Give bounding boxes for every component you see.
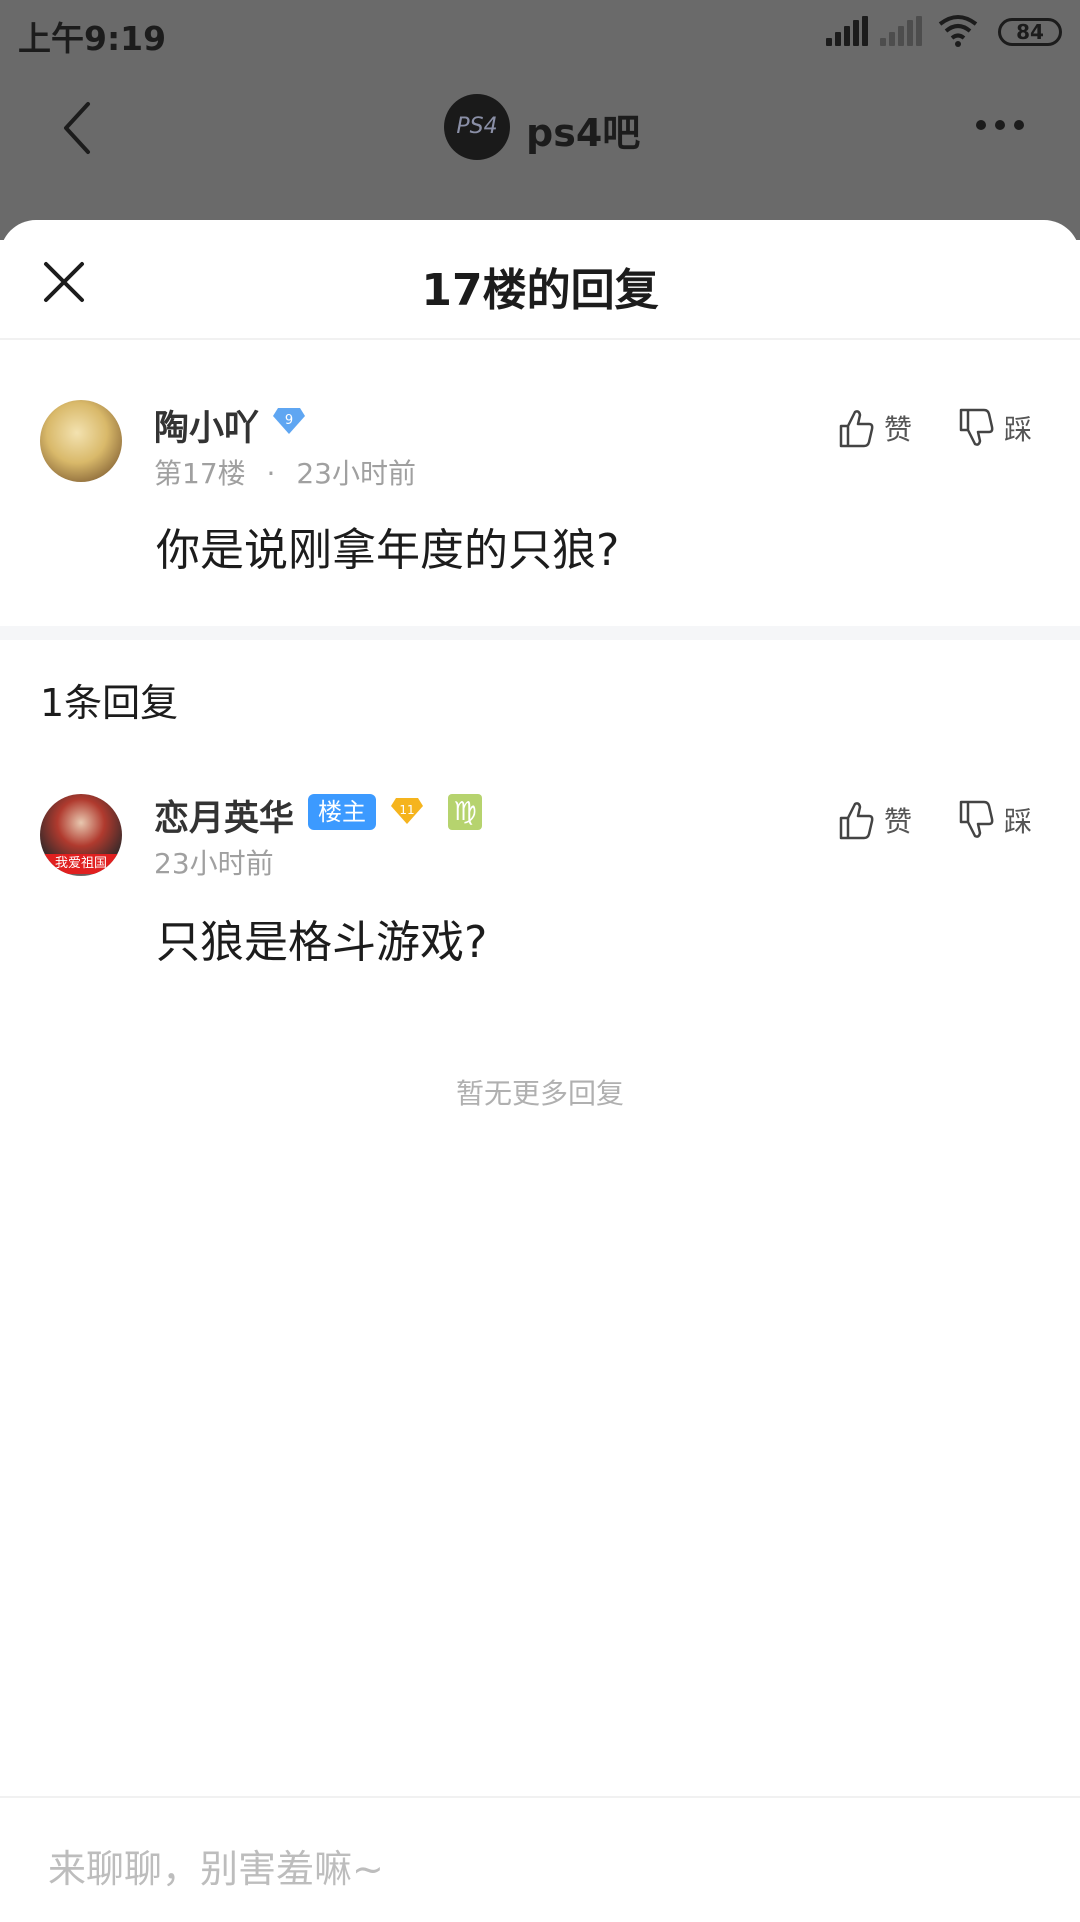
status-bar: 上午9:19 84 — [0, 0, 1080, 66]
svg-text:9: 9 — [285, 413, 293, 428]
reply-input-placeholder[interactable]: 来聊聊，别害羞嘛~ — [48, 1838, 384, 1893]
meta-separator: · — [266, 457, 276, 490]
forum-name[interactable]: ps4吧 — [526, 102, 640, 157]
reply-item: 我爱祖国 恋月英华 楼主 11 ♍ 23小时前 赞 踩 只狼是格斗游戏? — [0, 780, 1080, 980]
comment-text: 你是说刚拿年度的只狼? — [156, 525, 620, 576]
battery-indicator: 84 — [998, 18, 1062, 46]
avatar[interactable]: 我爱祖国 — [40, 794, 122, 876]
back-icon[interactable] — [58, 98, 98, 158]
like-label: 赞 — [884, 413, 913, 446]
avatar-banner: 我爱祖国 — [42, 854, 120, 874]
wifi-icon — [938, 15, 978, 47]
reply-sheet: 17楼的回复 陶小吖 9 第17楼 · 23小时前 赞 踩 你是说刚拿年度的只狼… — [0, 220, 1080, 1920]
thumbs-up-icon — [839, 802, 874, 840]
reply-input-bar[interactable]: 来聊聊，别害羞嘛~ — [0, 1796, 1080, 1922]
like-button[interactable]: 赞 — [838, 408, 912, 448]
more-icon[interactable] — [970, 120, 1030, 134]
dislike-button[interactable]: 踩 — [958, 800, 1032, 840]
svg-text:11: 11 — [399, 803, 414, 817]
reply-text: 只狼是格斗游戏? — [156, 917, 488, 968]
thumbs-up-icon — [839, 410, 874, 448]
status-time: 上午9:19 — [18, 19, 167, 58]
section-divider — [0, 626, 1080, 640]
virgo-icon: ♍ — [448, 794, 482, 830]
dislike-button[interactable]: 踩 — [958, 408, 1032, 448]
no-more-replies: 暂无更多回复 — [455, 1077, 624, 1110]
dislike-label: 踩 — [1004, 805, 1033, 838]
signal-2-icon — [880, 16, 924, 46]
username[interactable]: 恋月英华 — [154, 790, 294, 841]
thumbs-down-icon — [959, 800, 994, 838]
sheet-title: 17楼的回复 — [421, 265, 659, 316]
like-button[interactable]: 赞 — [838, 800, 912, 840]
signal-icon — [826, 16, 870, 46]
sheet-header: 17楼的回复 — [0, 220, 1080, 340]
dislike-label: 踩 — [1004, 413, 1033, 446]
comment-time: 23小时前 — [296, 457, 416, 490]
owner-tag: 楼主 — [308, 794, 376, 830]
username[interactable]: 陶小吖 — [154, 400, 259, 451]
avatar[interactable] — [40, 400, 122, 482]
forum-logo[interactable]: PS4 — [444, 94, 510, 160]
level-badge-icon: 11 — [391, 798, 423, 824]
floor-number: 第17楼 — [154, 457, 246, 490]
thumbs-down-icon — [959, 408, 994, 446]
reply-time: 23小时前 — [154, 847, 274, 880]
main-comment: 陶小吖 9 第17楼 · 23小时前 赞 踩 你是说刚拿年度的只狼? — [0, 338, 1080, 846]
level-badge-icon: 9 — [273, 408, 305, 434]
nav-bar: PS4 ps4吧 — [0, 66, 1080, 186]
reply-count: 1条回复 — [40, 681, 179, 725]
like-label: 赞 — [884, 805, 913, 838]
comment-meta: 第17楼 · 23小时前 — [154, 452, 416, 492]
